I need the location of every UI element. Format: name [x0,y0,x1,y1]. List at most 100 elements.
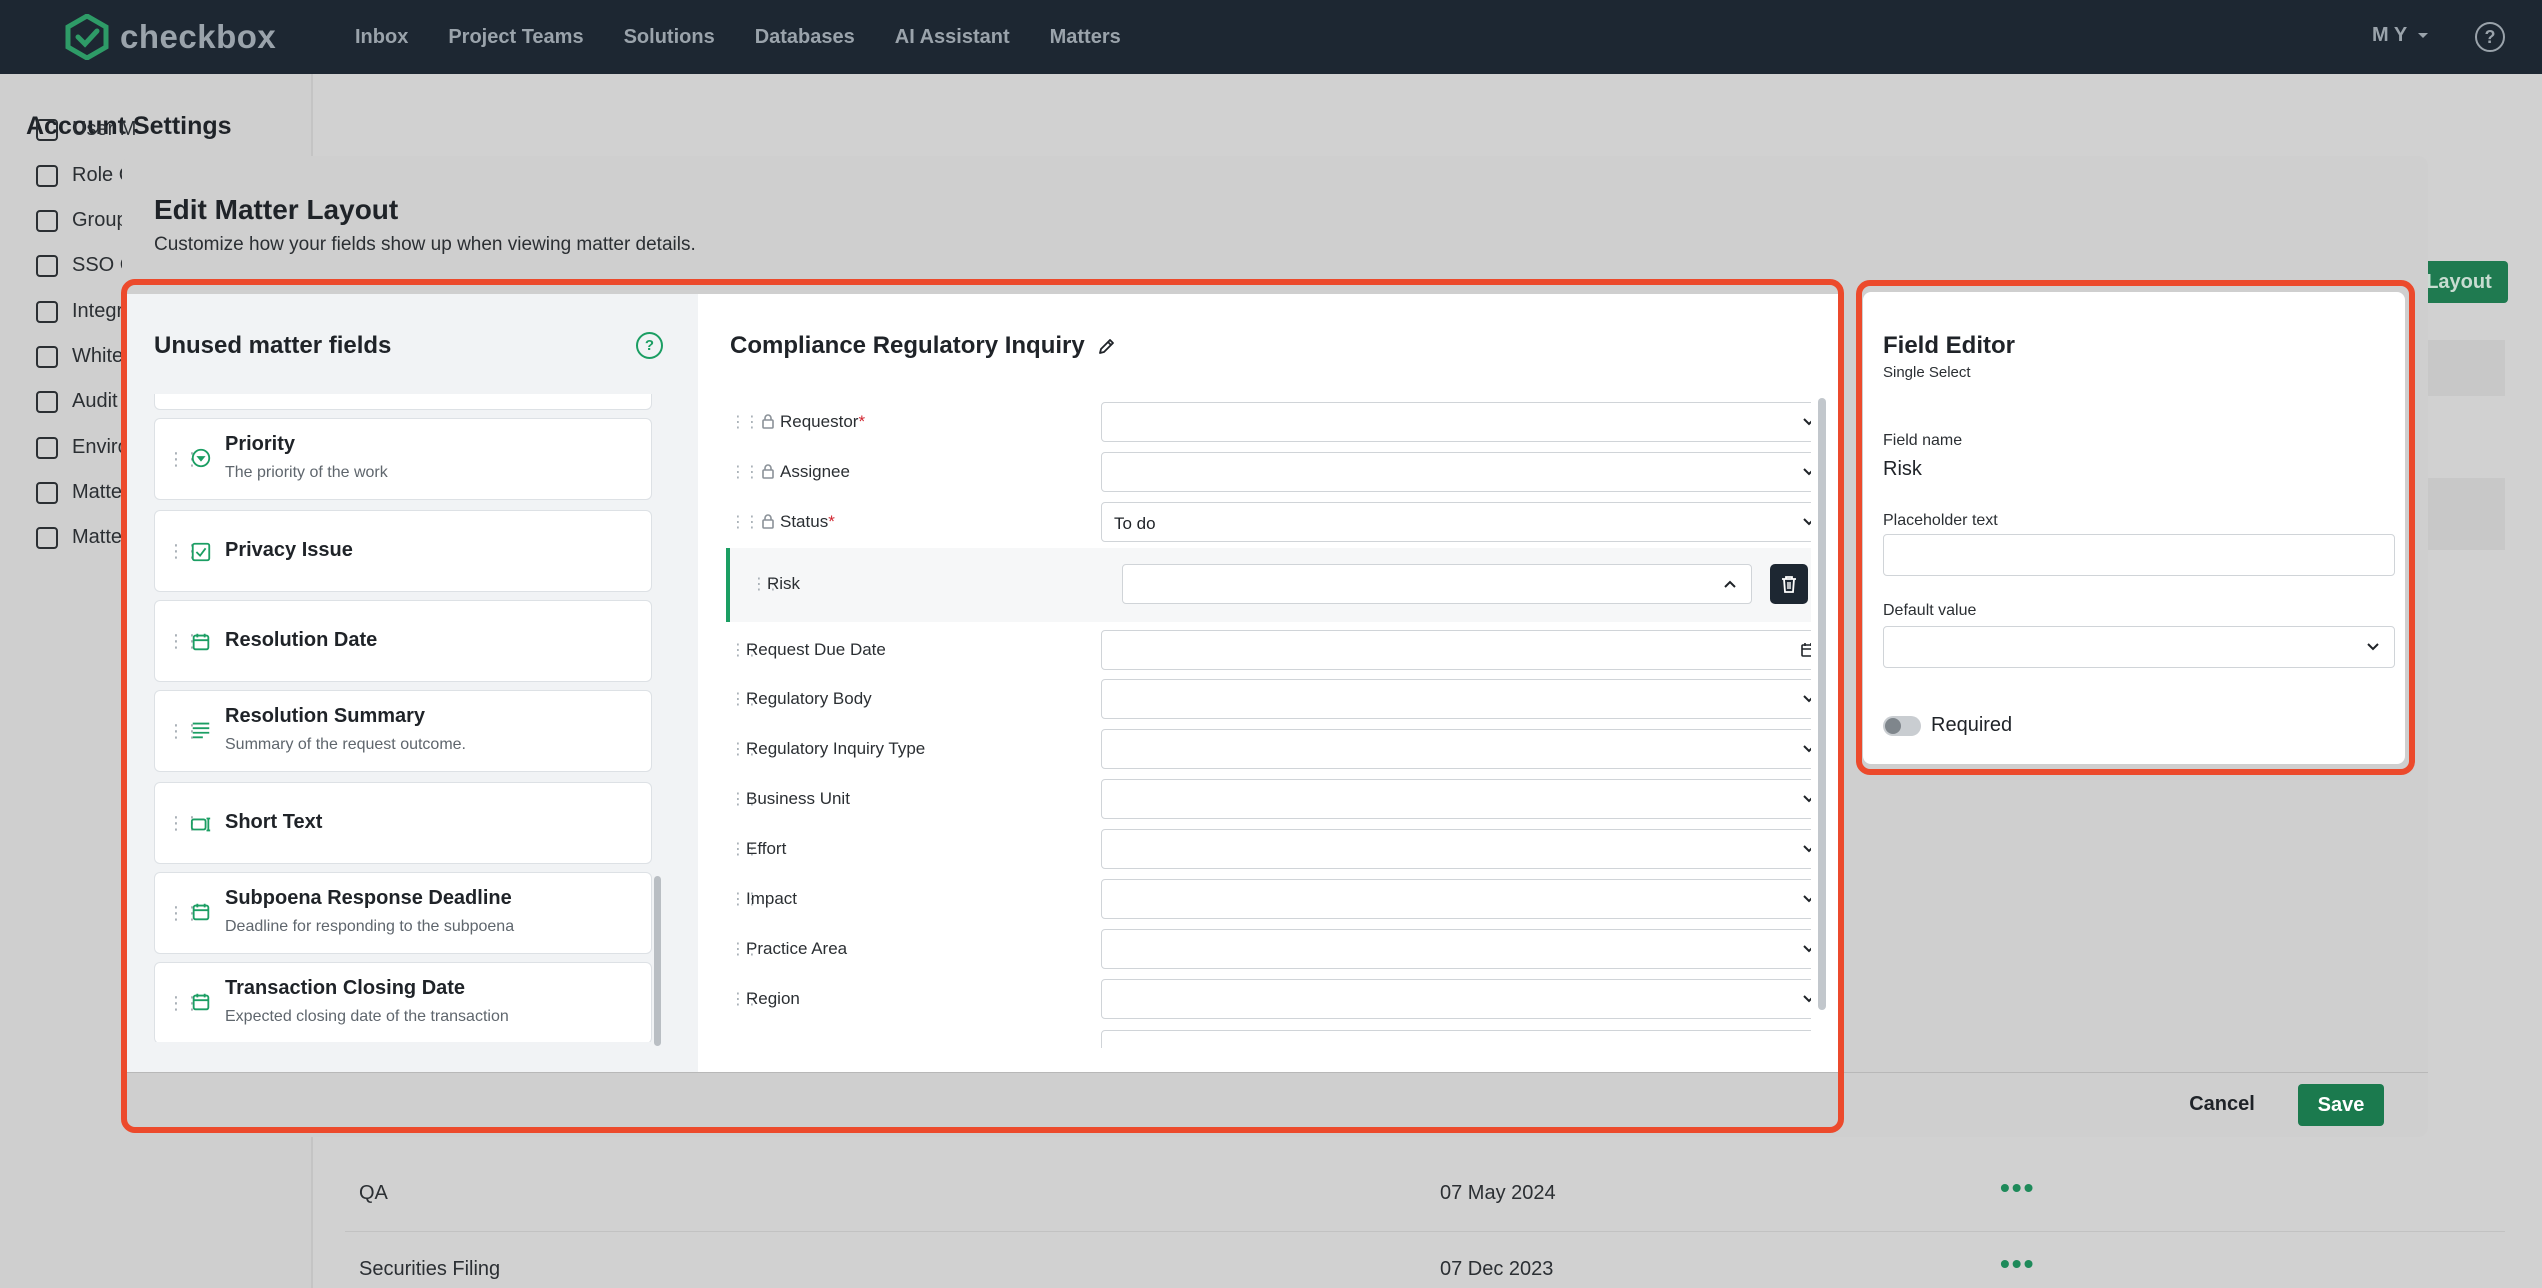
sidebar-item[interactable]: Enviro [36,436,129,459]
sidebar-item[interactable]: Matte [36,526,122,549]
unused-fields-list[interactable]: ⋮⋮ Priority The priority of the work ⋮⋮ Priv… [154,394,654,1042]
cancel-button[interactable]: Cancel [2180,1084,2264,1124]
nav-item-project-teams[interactable]: Project Teams [448,26,583,49]
nav-item-databases[interactable]: Databases [755,26,855,49]
field-label: Effort [746,839,786,859]
table-row[interactable]: Securities Filing 07 Dec 2023 ••• [345,1232,2505,1288]
scrollbar[interactable] [1818,398,1826,1010]
field-card[interactable]: ⋮⋮ Short Text [154,782,652,864]
required-toggle[interactable] [1883,716,1921,736]
field-card[interactable]: ⋮⋮ Transaction Closing Date Expected closi… [154,962,652,1042]
field-input[interactable] [1101,452,1811,492]
brand-logo[interactable]: checkbox [64,14,276,60]
layout-field-row[interactable]: ⋮⋮ Assignee [726,448,1811,498]
field-card[interactable]: ⋮⋮ Resolution Date [154,600,652,682]
nav-item-matters[interactable]: Matters [1050,26,1121,49]
field-input[interactable] [1122,564,1752,604]
field-card[interactable]: ⋮⋮ Priority The priority of the work [154,418,652,500]
field-label-text: Status [780,512,829,531]
help-icon[interactable]: ? [2475,22,2505,52]
layout-field-row[interactable]: ⋮⋮ Effort [726,825,1811,875]
layout-field-row[interactable]: ⋮⋮ Practice Area [726,925,1811,975]
layout-field-row[interactable]: ⋮⋮ Region [726,975,1811,1025]
field-input[interactable] [1101,779,1811,819]
checkbox-logo-icon [65,14,109,60]
field-description: Deadline for responding to the subpoena [225,918,515,935]
remove-field-button[interactable] [1770,564,1808,604]
save-button[interactable]: Save [2298,1084,2384,1126]
field-input[interactable] [1101,729,1811,769]
field-name: Privacy Issue [225,539,353,561]
text-lines-icon [189,718,213,742]
field-card[interactable]: ⋮⋮ Resolution Summary Summary of the reque… [154,690,652,772]
user-menu[interactable]: M Y [2372,24,2429,47]
table-row[interactable]: QA 07 May 2024 ••• [345,1156,2505,1232]
row-date: 07 Dec 2023 [1440,1258,1554,1280]
sidebar-item[interactable]: Matte [36,481,122,504]
field-description: The priority of the work [225,464,388,481]
sidebar-item[interactable]: White [36,345,123,368]
sidebar-item-label: Matte [72,526,123,548]
layout-field-row[interactable]: ⋮⋮ Requestor* [726,398,1811,448]
field-input[interactable] [1101,879,1811,919]
lock-icon [762,414,774,429]
layout-field-row[interactable] [726,1026,1811,1048]
field-card[interactable] [154,394,652,410]
layout-field-row[interactable]: ⋮⋮ Request Due Date [726,626,1811,676]
placeholder-input[interactable] [1883,534,2395,576]
drag-handle-icon[interactable]: ⋮⋮ [730,462,760,482]
sidebar-item[interactable]: User M [36,118,136,141]
field-input[interactable] [1101,630,1811,670]
field-label-text: Regulatory Body [746,689,872,708]
unused-fields-title: Unused matter fields [154,332,392,359]
layout-field-row[interactable]: ⋮⋮ Business Unit [726,775,1811,825]
field-card[interactable]: ⋮⋮ Privacy Issue [154,510,652,592]
field-input[interactable] [1101,829,1811,869]
nav-item-solutions[interactable]: Solutions [624,26,715,49]
sidebar-item-label: User M [72,118,137,140]
scrollbar[interactable] [654,876,661,1046]
sidebar-item[interactable]: SSO C [36,254,134,277]
chevron-down-icon [1803,745,1811,753]
field-label-text: Business Unit [746,789,850,808]
layout-field-row[interactable]: ⋮⋮ Regulatory Inquiry Type [726,725,1811,775]
sidebar-item[interactable]: Integr [36,300,123,323]
field-label: Regulatory Inquiry Type [746,739,925,759]
default-value-select[interactable] [1883,626,2395,668]
drag-handle-icon[interactable]: ⋮⋮ [730,512,760,532]
row-actions-icon[interactable]: ••• [2000,1248,2035,1280]
sidebar-item-label: Enviro [72,436,129,458]
field-input[interactable] [1101,402,1811,442]
nav-item-ai-assistant[interactable]: AI Assistant [895,26,1010,49]
layout-field-row[interactable]: ⋮⋮ Impact [726,875,1811,925]
field-input[interactable] [1101,979,1811,1019]
field-label: Request Due Date [746,640,886,660]
field-name: Subpoena Response Deadline [225,887,512,909]
sidebar-item[interactable]: Audit [36,390,118,413]
field-card[interactable]: ⋮⋮ Subpoena Response Deadline Deadline for… [154,872,652,954]
field-input[interactable] [1101,1030,1811,1048]
field-label: Business Unit [746,789,850,809]
layout-field-row[interactable]: ⋮⋮ Regulatory Body [726,675,1811,725]
sidebar-item-icon [36,390,58,413]
chevron-down-icon [1803,518,1811,526]
nav-item-inbox[interactable]: Inbox [355,26,408,49]
field-editor-panel: Field Editor Single Select Field name Ri… [1863,292,2405,764]
layout-field-row[interactable]: ⋮⋮ Risk [726,548,1811,622]
sidebar-item[interactable]: Role C [36,164,133,187]
modal-subtitle: Customize how your fields show up when v… [154,234,696,255]
field-description: Expected closing date of the transaction [225,1008,509,1025]
sidebar-item-icon [36,300,58,323]
field-label: Regulatory Body [746,689,872,709]
layout-field-row[interactable]: ⋮⋮ Status* To do [726,498,1811,548]
row-actions-icon[interactable]: ••• [2000,1172,2035,1204]
pencil-icon[interactable] [1097,336,1117,356]
help-icon[interactable]: ? [636,332,663,359]
sidebar-item-icon [36,526,58,549]
field-input[interactable]: To do [1101,502,1811,542]
field-type: Single Select [1883,364,1971,381]
drag-handle-icon[interactable]: ⋮⋮ [730,412,760,432]
sidebar-item[interactable]: Group [36,209,128,232]
field-input[interactable] [1101,929,1811,969]
field-input[interactable] [1101,679,1811,719]
